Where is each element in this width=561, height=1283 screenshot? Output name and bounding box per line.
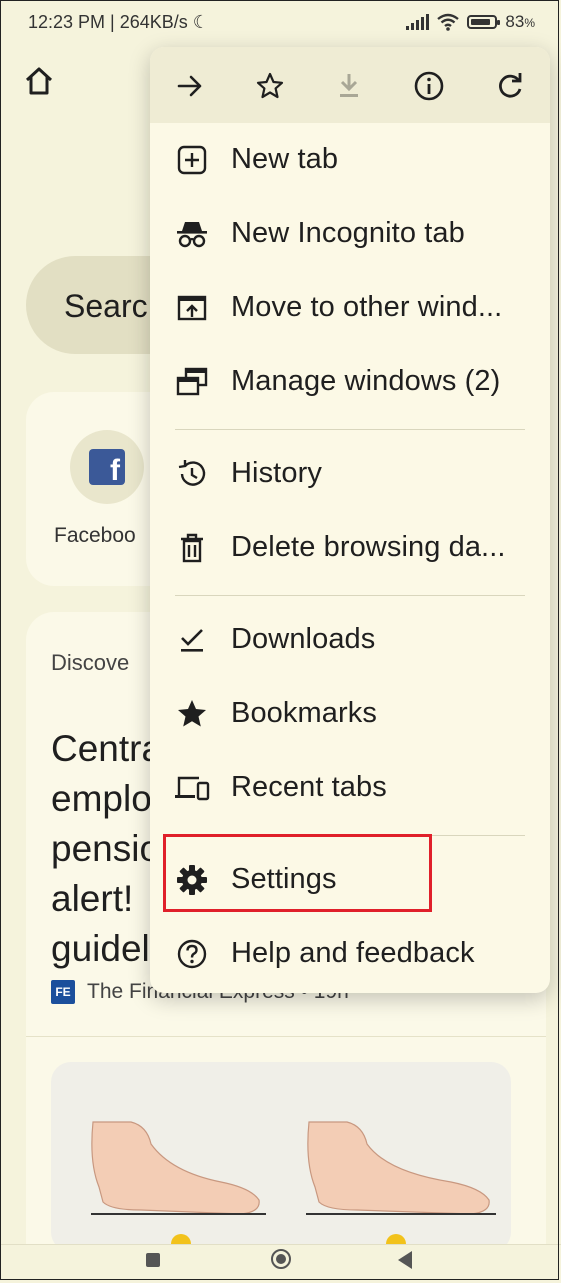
help-icon [174,938,210,970]
menu-item-label: New tab [231,143,339,175]
home-icon[interactable] [22,64,56,98]
incognito-icon [174,218,210,250]
recent-tabs-icon [174,772,210,804]
menu-item-label: Bookmarks [231,697,377,729]
bookmark-star-icon[interactable] [252,68,288,104]
menu-item-label: Help and feedback [231,937,475,969]
facebook-shortcut[interactable]: f [70,430,144,504]
menu-item-help-and-feedback[interactable]: Help and feedback [150,917,550,991]
status-icons: 83% [406,12,535,32]
menu-item-label: History [231,457,322,489]
menu-item-label: Manage windows (2) [231,365,501,397]
new-tab-icon [174,144,210,176]
menu-divider [175,429,525,430]
menu-item-history[interactable]: History [150,437,550,511]
search-placeholder: Searc [64,288,148,324]
divider [26,1036,546,1037]
menu-item-label: Delete browsing da... [231,531,506,563]
download-icon[interactable] [331,68,367,104]
menu-divider [175,595,525,596]
menu-item-move-to-other-window[interactable]: Move to other wind... [150,271,550,345]
status-bar: 12:23 PM | 264KB/s ☾ 83% [0,0,561,46]
status-time-speed: 12:23 PM | 264KB/s [28,12,188,32]
recents-button[interactable] [146,1253,160,1267]
battery-icon [467,15,501,29]
menu-item-delete-browsing-data[interactable]: Delete browsing da... [150,511,550,585]
menu-item-label: Recent tabs [231,771,387,803]
home-button[interactable] [271,1249,291,1269]
article-image[interactable] [51,1062,511,1252]
info-icon[interactable] [411,68,447,104]
wifi-icon [437,13,460,31]
menu-item-new-incognito-tab[interactable]: New Incognito tab [150,197,550,271]
move-window-icon [174,292,210,324]
menu-toolbar [150,47,550,123]
menu-item-label: Downloads [231,623,376,655]
back-button[interactable] [398,1251,412,1269]
menu-item-recent-tabs[interactable]: Recent tabs [150,751,550,825]
facebook-shortcut-label: Faceboo [54,524,136,547]
facebook-icon: f [89,449,125,485]
menu-item-downloads[interactable]: Downloads [150,603,550,677]
manage-windows-icon [174,366,210,398]
source-logo: FE [51,980,75,1004]
trash-icon [174,532,210,564]
menu-item-new-tab[interactable]: New tab [150,123,550,197]
menu-item-bookmarks[interactable]: Bookmarks [150,677,550,751]
settings-highlight-box [163,834,432,912]
moon-icon: ☾ [192,12,209,32]
battery-percent: 83% [505,12,535,31]
signal-icon [406,14,430,30]
bookmarks-star-icon [174,698,210,730]
discover-label: Discove [51,650,130,675]
reload-icon[interactable] [492,68,528,104]
history-icon [174,458,210,490]
menu-item-manage-windows[interactable]: Manage windows (2) [150,345,550,419]
system-nav-bar [0,1244,561,1283]
forward-icon[interactable] [172,68,208,104]
menu-item-label: New Incognito tab [231,217,465,249]
menu-item-label: Move to other wind... [231,291,503,323]
status-time: 12:23 PM | 264KB/s ☾ [28,12,209,33]
downloads-icon [174,624,210,656]
